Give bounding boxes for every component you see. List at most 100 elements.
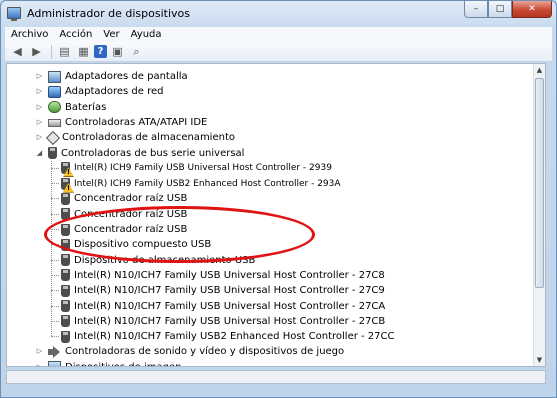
tree-connector <box>51 274 59 276</box>
menu-bar: Archivo Acción Ver Ayuda <box>5 27 552 42</box>
collapse-icon[interactable]: ◢ <box>35 149 44 158</box>
expand-icon[interactable]: ▷ <box>35 363 44 366</box>
expand-icon[interactable]: ▷ <box>35 347 44 356</box>
tree-item-label: Concentrador raíz USB <box>74 193 188 205</box>
tree-item-label: Dispositivo compuesto USB <box>74 239 212 251</box>
menu-ver[interactable]: Ver <box>103 29 119 40</box>
tree-category[interactable]: ▷ Adaptadores de pantalla <box>35 69 188 84</box>
tree-item-label: Controladoras de bus serie universal <box>61 147 245 159</box>
back-arrow-icon[interactable]: ◀ <box>9 44 26 60</box>
sound-icon <box>48 345 61 358</box>
menu-archivo[interactable]: Archivo <box>11 29 48 40</box>
expand-icon[interactable]: ▷ <box>35 133 44 142</box>
tree-category[interactable]: ▷ Adaptadores de red <box>35 84 164 99</box>
usb-controller-warning-item[interactable]: Intel(R) ICH9 Family USB Universal Host … <box>61 161 332 176</box>
forward-arrow-icon[interactable]: ▶ <box>28 44 45 60</box>
usb-device-item[interactable]: Intel(R) N10/ICH7 Family USB Universal H… <box>61 283 385 298</box>
usb-device-item[interactable]: Dispositivo de almacenamiento USB <box>61 253 255 268</box>
menu-ayuda[interactable]: Ayuda <box>131 29 162 40</box>
expand-icon[interactable]: ▷ <box>35 72 44 81</box>
properties-icon[interactable]: ▤ <box>56 44 73 60</box>
tree-category[interactable]: ▷ Controladoras ATA/ATAPI IDE <box>35 115 208 130</box>
tree-connector <box>51 320 59 322</box>
close-button[interactable]: ✕ <box>512 1 552 18</box>
toolbar-separator <box>51 44 52 59</box>
status-bar <box>6 370 546 384</box>
tree-item-label: Intel(R) N10/ICH7 Family USB Universal H… <box>74 315 386 327</box>
usb-icon <box>61 315 70 328</box>
expand-icon[interactable]: ▷ <box>35 87 44 96</box>
camera-icon <box>48 361 61 366</box>
usb-icon <box>61 192 70 205</box>
usb-device-item[interactable]: Concentrador raíz USB <box>61 191 187 206</box>
tree-category[interactable]: ▷ Controladoras de sonido y vídeo y dispo… <box>35 344 344 359</box>
tree-category[interactable]: ▷ Dispositivos de imagen <box>35 360 181 366</box>
device-manager-icon <box>7 7 21 21</box>
usb-icon <box>61 208 70 221</box>
tree-category[interactable]: ◢ Controladoras de bus serie universal <box>35 146 244 161</box>
usb-icon <box>48 147 57 159</box>
minimize-button[interactable]: – <box>464 1 488 18</box>
tree-connector <box>51 183 59 185</box>
window-controls: – □ ✕ <box>464 1 552 19</box>
tree-connector <box>51 213 59 215</box>
usb-icon <box>61 238 70 251</box>
tree-connector <box>51 198 59 200</box>
tree-item-label: Controladoras de sonido y vídeo y dispos… <box>65 346 345 358</box>
usb-controller-warning-item[interactable]: Intel(R) ICH9 Family USB2 Enhanced Host … <box>61 176 341 191</box>
vertical-scrollbar[interactable]: ▲ ▼ <box>533 64 545 366</box>
tree-connector <box>51 259 59 261</box>
expand-icon[interactable]: ▷ <box>35 118 44 127</box>
tree-item-label: Baterías <box>65 101 107 113</box>
usb-device-item[interactable]: Intel(R) N10/ICH7 Family USB Universal H… <box>61 268 385 283</box>
tree-item-label: Dispositivos de imagen <box>65 362 181 366</box>
network-adapter-icon <box>48 85 61 98</box>
tree-connector <box>51 167 59 169</box>
scroll-thumb[interactable] <box>535 78 544 288</box>
tree-item-label: Intel(R) ICH9 Family USB Universal Host … <box>74 163 332 174</box>
usb-device-item[interactable]: Dispositivo compuesto USB <box>61 237 211 252</box>
usb-icon <box>61 254 70 267</box>
view-tree-icon[interactable]: ▣ <box>109 44 126 60</box>
tree-item-label: Dispositivo de almacenamiento USB <box>74 254 256 266</box>
tree-item-label: Adaptadores de pantalla <box>65 71 188 82</box>
battery-icon <box>48 101 61 114</box>
show-hide-tree-icon[interactable]: ▦ <box>75 44 92 60</box>
scroll-up-icon[interactable]: ▲ <box>534 64 545 76</box>
tree-item-label: Intel(R) N10/ICH7 Family USB Universal H… <box>74 300 386 312</box>
tree-item-label: Concentrador raíz USB <box>74 208 188 220</box>
maximize-button[interactable]: □ <box>488 1 512 18</box>
usb-warning-icon <box>61 162 70 175</box>
tree-guide-line <box>51 160 52 337</box>
tree-connector <box>51 229 59 230</box>
usb-device-item[interactable]: Concentrador raíz USB <box>61 207 187 222</box>
device-manager-window: Administrador de dispositivos – □ ✕ Arch… <box>0 0 557 398</box>
device-tree-panel[interactable]: ▷ Adaptadores de pantalla ▷ Adaptadores de … <box>6 63 546 367</box>
usb-device-item[interactable]: Intel(R) N10/ICH7 Family USB Universal H… <box>61 314 385 329</box>
usb-device-item[interactable]: Intel(R) N10/ICH7 Family USB2 Enhanced H… <box>61 329 395 344</box>
tree-item-label: Controladoras de almacenamiento <box>62 132 235 144</box>
menu-accion[interactable]: Acción <box>59 29 92 40</box>
tree-item-label: Intel(R) N10/ICH7 Family USB Universal H… <box>74 285 385 297</box>
tree-item-label: Intel(R) N10/ICH7 Family USB2 Enhanced H… <box>74 331 395 343</box>
usb-device-item[interactable]: Concentrador raíz USB <box>61 222 187 237</box>
tree-connector <box>51 290 59 292</box>
title-bar[interactable]: Administrador de dispositivos – □ ✕ <box>1 1 556 27</box>
usb-icon <box>61 284 70 297</box>
tree-item-label: Concentrador raíz USB <box>74 224 188 235</box>
expand-icon[interactable]: ▷ <box>35 103 44 112</box>
scan-hardware-icon[interactable]: ⌕ <box>128 44 145 60</box>
tree-connector <box>51 336 59 338</box>
help-icon[interactable]: ? <box>94 45 107 58</box>
tree-category[interactable]: ▷ Controladoras de almacenamiento <box>35 130 235 145</box>
toolbar: ◀ ▶ ▤ ▦ ? ▣ ⌕ <box>5 42 552 62</box>
usb-warning-icon <box>61 177 70 190</box>
usb-device-item[interactable]: Intel(R) N10/ICH7 Family USB Universal H… <box>61 299 385 314</box>
usb-icon <box>61 269 70 282</box>
tree-connector <box>51 305 59 307</box>
ata-controller-icon <box>48 119 61 128</box>
usb-icon <box>61 223 70 236</box>
scroll-down-icon[interactable]: ▼ <box>534 354 545 366</box>
tree-item-label: Controladoras ATA/ATAPI IDE <box>65 116 208 128</box>
tree-category[interactable]: ▷ Baterías <box>35 100 106 115</box>
